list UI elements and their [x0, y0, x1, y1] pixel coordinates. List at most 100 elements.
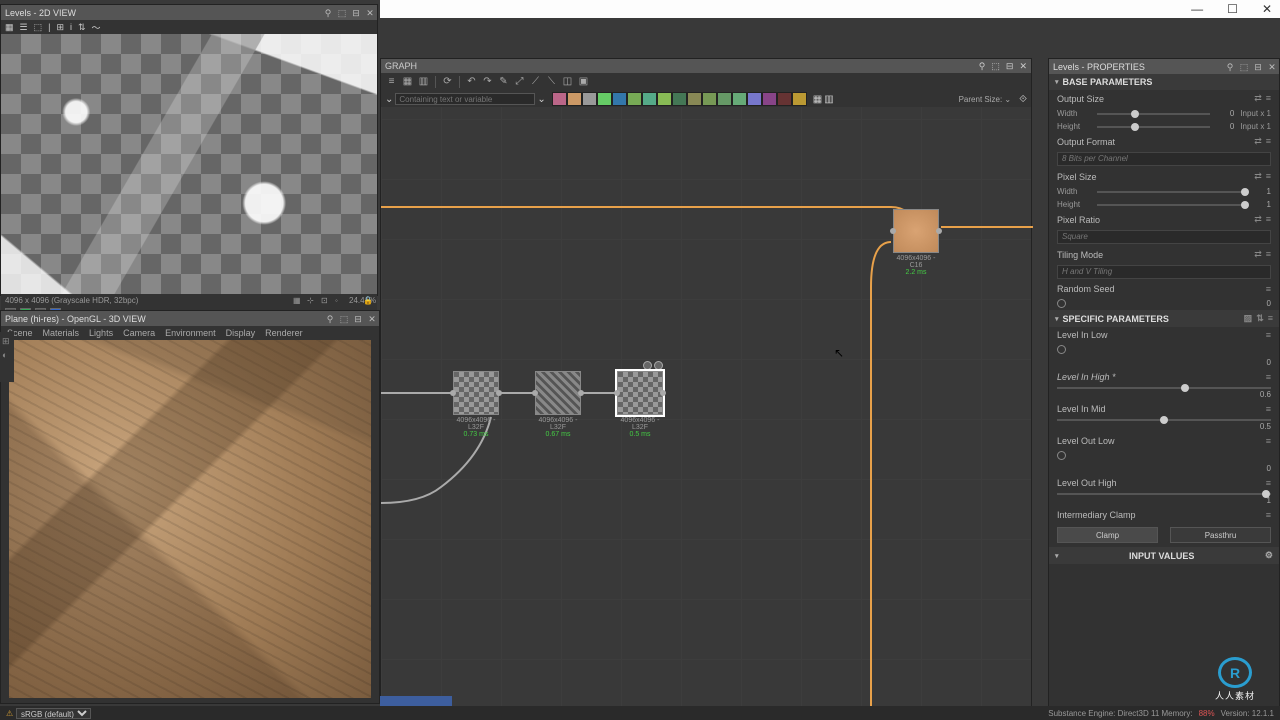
tool-icon[interactable]: ⤢	[513, 76, 526, 89]
menu-display[interactable]: Display	[226, 328, 256, 338]
menu-icon[interactable]: ≡	[1266, 249, 1271, 260]
slider-width[interactable]	[1097, 113, 1210, 115]
menu-icon[interactable]: ≡	[1266, 284, 1271, 294]
node-thumbnail[interactable]	[893, 209, 939, 253]
undo-icon[interactable]: ↶	[465, 76, 478, 89]
graph-node[interactable]: 4096x4096 - L32F0.73 ms	[453, 371, 499, 438]
menu-renderer[interactable]: Renderer	[265, 328, 303, 338]
menu-lights[interactable]: Lights	[89, 328, 113, 338]
node-thumbnail[interactable]	[617, 371, 663, 415]
palette-swatch[interactable]	[717, 92, 732, 106]
chevron-down-icon[interactable]: ⌄	[537, 94, 545, 105]
menu-icon[interactable]: ≡	[1266, 136, 1271, 147]
expose-icon[interactable]: ⇄	[1254, 214, 1262, 225]
palette-swatch[interactable]	[627, 92, 642, 106]
maximize-icon[interactable]: ⬚	[991, 61, 1000, 72]
passthru-button[interactable]: Passthru	[1170, 527, 1271, 543]
slider-level-in-mid[interactable]: 0.5	[1049, 417, 1279, 433]
close-icon[interactable]: ✕	[1019, 61, 1027, 72]
menu-icon[interactable]: ≡	[1266, 93, 1271, 104]
tool-icon[interactable]: ⊹	[307, 296, 317, 306]
maximize-icon[interactable]: ⬚	[339, 314, 349, 324]
node-thumbnail[interactable]	[535, 371, 581, 415]
radio[interactable]	[1057, 451, 1066, 460]
close-icon[interactable]: ✕	[365, 8, 375, 18]
tool-icon[interactable]: ◦	[335, 296, 345, 306]
panel-header-2d[interactable]: Levels - 2D VIEW ⚲ ⬚ ⊟ ✕	[1, 5, 377, 20]
minimize-icon[interactable]: ⊟	[1006, 61, 1014, 72]
minimize-icon[interactable]: ⊟	[353, 314, 363, 324]
menu-icon[interactable]: ≡	[1266, 372, 1271, 382]
gear-icon[interactable]: ⚙	[1265, 550, 1273, 561]
menu-icon[interactable]: ≡	[1266, 330, 1271, 340]
slider[interactable]	[1097, 191, 1247, 193]
clamp-button[interactable]: Clamp	[1057, 527, 1158, 543]
slider-level-in-high[interactable]: 0.6	[1049, 385, 1279, 401]
panel-header-3d[interactable]: Plane (hi-res) - OpenGL - 3D VIEW ⚲ ⬚ ⊟ …	[1, 311, 379, 326]
palette-swatch[interactable]	[657, 92, 672, 106]
panel-header-graph[interactable]: GRAPH ⚲ ⬚ ⊟ ✕	[381, 59, 1031, 73]
info-icon[interactable]: i	[70, 22, 72, 32]
warning-icon[interactable]: ⚠	[6, 709, 16, 718]
section-base-parameters[interactable]: BASE PARAMETERS	[1049, 74, 1279, 90]
radio[interactable]	[1057, 299, 1066, 308]
pin-icon[interactable]: ⚲	[325, 314, 335, 324]
palette-swatch[interactable]	[672, 92, 687, 106]
maximize-icon[interactable]: ⬚	[337, 8, 347, 18]
tool-icon[interactable]: ⊡	[321, 296, 331, 306]
palette-swatch[interactable]	[762, 92, 777, 106]
panel-header-properties[interactable]: Levels - PROPERTIES ⚲ ⬚ ⊟ ✕	[1049, 59, 1279, 74]
palette-swatch[interactable]	[567, 92, 582, 106]
node-badge-icon[interactable]	[654, 361, 663, 370]
menu-icon[interactable]: ☰	[20, 22, 28, 33]
pin-icon[interactable]: ⚲	[1225, 62, 1235, 72]
graph-icon[interactable]: ▨	[1244, 313, 1253, 324]
maximize-icon[interactable]: ⬚	[1239, 62, 1249, 72]
window-maximize-icon[interactable]: ☐	[1227, 2, 1238, 16]
tool-icon[interactable]: ▣	[577, 76, 590, 89]
tool-icon[interactable]: ⟍	[545, 76, 558, 89]
graph-search-input[interactable]	[395, 93, 535, 105]
radio[interactable]	[1057, 345, 1066, 354]
tool-icon[interactable]: ◫	[561, 76, 574, 89]
graph-node[interactable]: 4096x4096 - C162.2 ms	[893, 209, 939, 276]
grid-icon[interactable]: ▦	[813, 94, 822, 105]
graph-node[interactable]: 4096x4096 - L32F0.67 ms	[535, 371, 581, 438]
window-minimize-icon[interactable]: —	[1191, 2, 1203, 16]
palette-swatch[interactable]	[792, 92, 807, 106]
pin-icon[interactable]: ⚲	[979, 61, 986, 72]
menu-camera[interactable]: Camera	[123, 328, 155, 338]
redo-icon[interactable]: ↷	[481, 76, 494, 89]
menu-materials[interactable]: Materials	[43, 328, 80, 338]
zoom-value[interactable]: 24.41% ⌄	[349, 296, 359, 306]
palette-swatch[interactable]	[642, 92, 657, 106]
slider-level-out-high[interactable]: 1	[1049, 491, 1279, 507]
menu-icon[interactable]: ≡	[1266, 171, 1271, 182]
menu-icon[interactable]: ≡	[1266, 214, 1271, 225]
minimize-icon[interactable]: ⊟	[351, 8, 361, 18]
palette-swatch[interactable]	[582, 92, 597, 106]
tiles-icon[interactable]: ⊞	[56, 22, 64, 33]
palette-swatch[interactable]	[777, 92, 792, 106]
menu-icon[interactable]: ≡	[1266, 510, 1271, 520]
palette-swatch[interactable]	[552, 92, 567, 106]
frame-icon[interactable]: ⬚	[34, 22, 43, 33]
parent-size-dropdown[interactable]: Parent Size: ⌄	[959, 95, 1012, 104]
close-icon[interactable]: ✕	[1267, 62, 1277, 72]
slider-level-in-low[interactable]: 0	[1049, 343, 1279, 369]
close-icon[interactable]: ✕	[367, 314, 377, 324]
palette-swatch[interactable]	[687, 92, 702, 106]
tool-icon[interactable]: ▦	[293, 296, 303, 306]
tool-icon[interactable]: ◐	[2, 350, 12, 360]
tool-icon[interactable]: ⊞	[2, 336, 12, 346]
slider-level-out-low[interactable]: 0	[1049, 449, 1279, 475]
palette-swatch[interactable]	[612, 92, 627, 106]
palette-swatch[interactable]	[702, 92, 717, 106]
section-specific-parameters[interactable]: SPECIFIC PARAMETERS ▨⇅≡	[1049, 310, 1279, 327]
link-icon[interactable]: ⟐	[1019, 94, 1027, 105]
viewport-2d[interactable]	[1, 34, 377, 294]
chevron-down-icon[interactable]: ⌄	[385, 94, 393, 105]
slider[interactable]	[1097, 204, 1247, 206]
palette-swatch[interactable]	[597, 92, 612, 106]
sort-icon[interactable]: ⇅	[1256, 313, 1264, 324]
